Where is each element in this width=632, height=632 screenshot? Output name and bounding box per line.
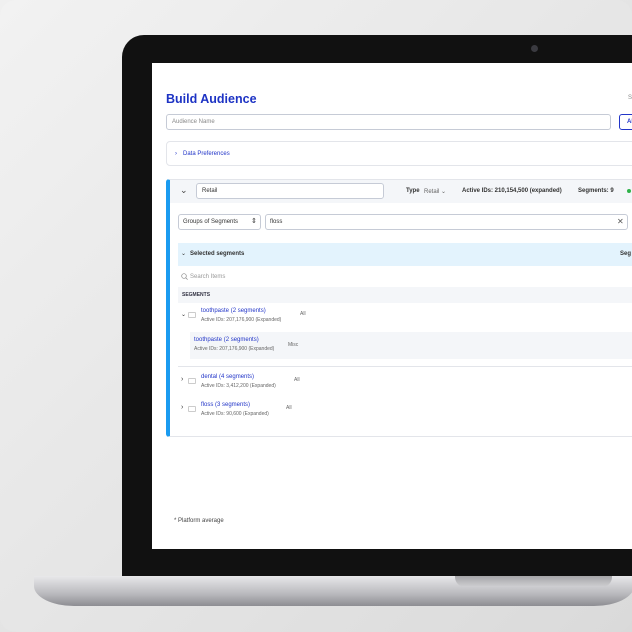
segments-heading: SEGMENTS (182, 292, 211, 298)
data-preferences-label: Data Preferences (183, 151, 230, 157)
search-items-input[interactable]: Search Items (190, 274, 225, 280)
list-item[interactable]: › dental (4 segments) Active IDs: 3,412,… (178, 372, 632, 394)
updown-icon: ⇕ (251, 218, 257, 225)
item-name[interactable]: toothpaste (2 segments) (201, 308, 266, 314)
page-title: Build Audience (166, 92, 257, 106)
selected-header-right: Seg (620, 251, 632, 257)
segment-search-input[interactable]: floss ✕ (265, 214, 628, 230)
item-tag: All (294, 377, 300, 383)
chevron-down-icon[interactable]: ⌄ (180, 185, 188, 196)
item-name[interactable]: toothpaste (2 segments) (194, 337, 259, 343)
item-ids: Active IDs: 207,176,900 (Expanded) (194, 346, 275, 352)
chevron-right-icon: › (181, 376, 184, 383)
status-dot (627, 189, 631, 193)
item-ids: Active IDs: 90,600 (Expanded) (201, 411, 269, 417)
chevron-right-icon: › (175, 151, 177, 157)
segments-count: Segments: 9 (578, 188, 614, 194)
chevron-right-icon: › (181, 404, 184, 411)
chevron-down-icon: ⌄ (181, 312, 187, 318)
item-tag: All (286, 405, 292, 411)
group-name-value: Retail (202, 188, 218, 194)
segments-heading-bar: SEGMENTS (178, 287, 632, 303)
group-name-input[interactable]: Retail (196, 183, 384, 199)
camera-icon (531, 45, 538, 52)
item-name[interactable]: dental (4 segments) (201, 374, 254, 380)
chevron-down-icon: ⌄ (441, 189, 447, 195)
add-button[interactable]: Al (619, 114, 632, 130)
mode-select-value: Groups of Segments (183, 219, 239, 225)
item-ids: Active IDs: 3,412,200 (Expanded) (201, 383, 276, 389)
chevron-down-icon: ⌄ (181, 251, 187, 257)
type-select[interactable]: Retail ⌄ (424, 188, 446, 195)
background: Build Audience S Audience Name Al › Data… (0, 0, 632, 632)
footnote: * Platform average (174, 518, 224, 524)
folder-icon (188, 378, 196, 384)
list-item[interactable]: ⌄ toothpaste (2 segments) Active IDs: 20… (178, 306, 632, 328)
active-ids: Active IDs: 210,154,500 (expanded) (462, 188, 562, 194)
laptop-notch (455, 576, 612, 587)
list-item[interactable]: › floss (3 segments) Active IDs: 90,600 … (178, 400, 632, 422)
divider (178, 366, 632, 367)
item-name[interactable]: floss (3 segments) (201, 402, 250, 408)
item-ids: Active IDs: 207,176,900 (Expanded) (201, 317, 282, 323)
audience-name-input[interactable]: Audience Name (166, 114, 611, 130)
folder-icon (188, 406, 196, 412)
folder-icon (188, 312, 196, 318)
search-icon (181, 273, 188, 280)
top-right-text: S (628, 95, 632, 101)
selected-segments-title: Selected segments (190, 251, 245, 257)
app-screen: Build Audience S Audience Name Al › Data… (152, 63, 632, 549)
clear-icon[interactable]: ✕ (617, 217, 624, 226)
audience-name-placeholder: Audience Name (172, 119, 215, 125)
selected-segments-header[interactable]: ⌄ Selected segments Seg (178, 243, 632, 266)
list-item-child[interactable]: toothpaste (2 segments) Active IDs: 207,… (190, 332, 632, 359)
segment-group-card: ⌄ Retail Type Retail ⌄ Active IDs: 210,1… (166, 179, 632, 437)
type-value: Retail (424, 189, 440, 195)
search-value: floss (270, 219, 283, 225)
mode-select[interactable]: Groups of Segments ⇕ (178, 214, 261, 230)
item-tag: Misc (288, 342, 299, 348)
item-tag: All (300, 311, 306, 317)
type-label: Type (406, 188, 420, 194)
data-preferences-panel[interactable]: › Data Preferences (166, 141, 632, 166)
